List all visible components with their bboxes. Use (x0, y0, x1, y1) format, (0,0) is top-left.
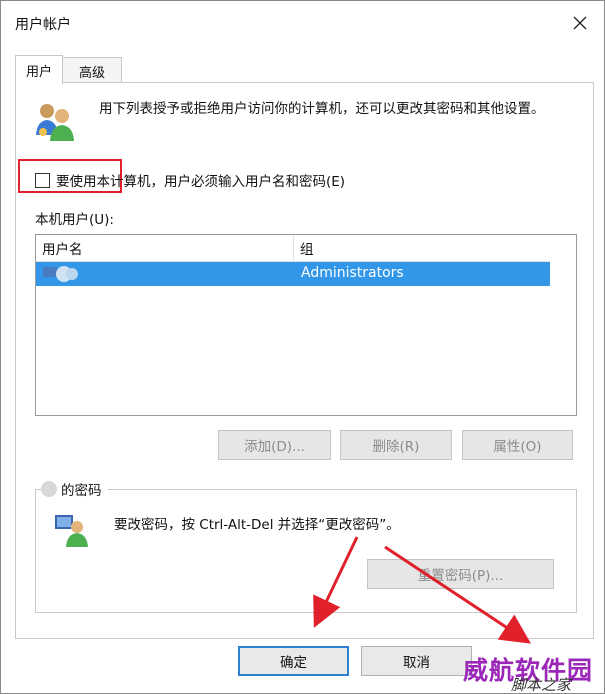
user-avatar-icon (43, 266, 78, 282)
tab-users[interactable]: 用户 (15, 55, 63, 84)
password-groupbox (35, 489, 577, 613)
window-title: 用户帐户 (15, 17, 71, 33)
column-username[interactable]: 用户名 (36, 235, 294, 261)
table-row[interactable]: Administrators (36, 262, 550, 286)
close-icon (573, 16, 587, 30)
add-user-button[interactable]: 添加(D)... (218, 430, 331, 460)
password-instructions: 要改密码，按 Ctrl-Alt-Del 并选择“更改密码”。 (114, 517, 400, 533)
tab-advanced[interactable]: 高级 (62, 57, 122, 84)
users-listview[interactable]: 用户名 组 Administrators (35, 234, 577, 416)
blurred-username (41, 481, 57, 497)
user-group-cell: Administrators (301, 265, 404, 281)
users-icon (33, 99, 77, 143)
listview-header: 用户名 组 (36, 235, 550, 262)
reset-password-button[interactable]: 重置密码(P)... (367, 559, 554, 589)
cancel-button[interactable]: 取消 (361, 646, 472, 676)
intro-text: 用下列表授予或拒绝用户访问你的计算机，还可以更改其密码和其他设置。 (99, 101, 545, 117)
close-button[interactable] (561, 7, 599, 39)
password-group-title: 的密码 (41, 479, 108, 499)
local-users-label: 本机用户(U): (35, 212, 114, 228)
require-password-checkbox[interactable]: 要使用本计算机，用户必须输入用户名和密码(E) (35, 169, 345, 191)
checkbox-label: 要使用本计算机，用户必须输入用户名和密码(E) (56, 174, 346, 190)
user-accounts-dialog: 用户帐户 用户 高级 用下列表授予或拒绝用户访问你的计算机，还可以更改其密码和其… (0, 0, 605, 694)
column-group[interactable]: 组 (294, 235, 550, 261)
checkbox-box[interactable] (35, 172, 50, 188)
user-password-icon (53, 513, 89, 547)
site-watermark: 威航软件园 脚本之家 (459, 651, 604, 694)
watermark-sub: 脚本之家 (511, 676, 572, 694)
ok-button[interactable]: 确定 (238, 646, 349, 676)
title-bar: 用户帐户 (1, 1, 604, 45)
remove-user-button[interactable]: 删除(R) (340, 430, 452, 460)
properties-button[interactable]: 属性(O) (462, 430, 573, 460)
